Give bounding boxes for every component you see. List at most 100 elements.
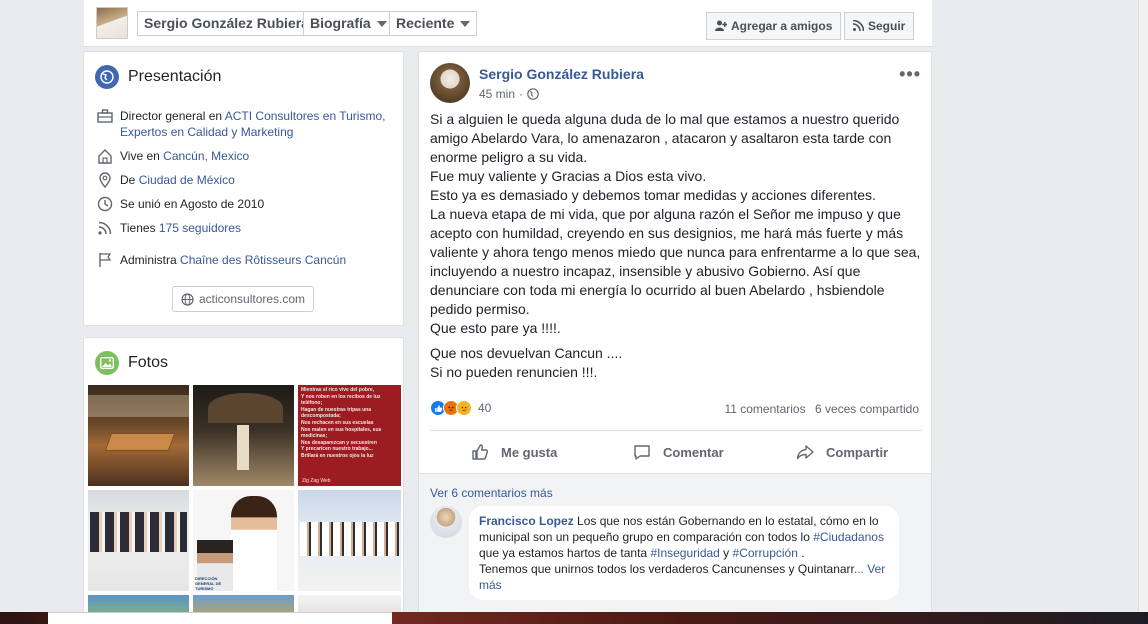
globe-icon <box>181 292 194 306</box>
photo-text-footer: Zig Zag Web <box>302 478 331 484</box>
intro-from-link[interactable]: Ciudad de México <box>139 173 235 187</box>
shares-count-link[interactable]: 6 veces compartido <box>815 402 919 416</box>
biography-dropdown[interactable]: Biografía <box>303 11 394 36</box>
engagement-counts: 11 comentarios 6 veces compartido <box>724 402 919 416</box>
share-label: Compartir <box>826 444 889 460</box>
like-label: Me gusta <box>501 444 558 460</box>
photo-text-line: Y nos roben en los recibos de luz <box>301 393 381 400</box>
share-arrow-icon <box>796 443 820 461</box>
photo-icon <box>95 351 119 375</box>
intro-title: Presentación <box>128 68 222 85</box>
intro-card: Presentación Director general en ACTI Co… <box>83 51 404 326</box>
rss-icon <box>96 220 114 236</box>
comments-section: Ver 6 comentarios más Francisco Lopez Lo… <box>419 473 931 623</box>
add-friend-button[interactable]: Agregar a amigos <box>706 12 842 40</box>
taskbar-search-box[interactable] <box>48 612 392 624</box>
home-icon <box>96 148 114 164</box>
more-options-icon[interactable]: ••• <box>899 64 921 85</box>
profile-name-tab[interactable]: Sergio González Rubiera <box>137 11 316 36</box>
briefcase-icon <box>96 108 114 124</box>
photo-text-line: teléfono; <box>301 400 323 407</box>
photo-text-lines: Mientras el rico vive del pobre, Y nos ro… <box>301 387 398 460</box>
comment-text: . <box>797 546 805 560</box>
website-button[interactable]: acticonsultores.com <box>172 286 315 312</box>
intro-followers-prefix: Tienes <box>120 221 159 235</box>
post-body: Si a alguien le queda alguna duda de lo … <box>430 110 922 382</box>
commenter-name[interactable]: Francisco Lopez <box>479 514 574 528</box>
dot-separator: · <box>519 87 524 101</box>
hashtag-link[interactable]: #Corrupción <box>733 546 798 560</box>
comment-bubble: Francisco Lopez Los que nos están Gobern… <box>469 506 899 600</box>
photo-light-spot <box>237 425 249 470</box>
photo-thumb-terrace[interactable] <box>193 385 294 486</box>
hashtag-link[interactable]: #Ciudadanos <box>813 530 884 544</box>
comments-count-link[interactable]: 11 comentarios <box>724 402 805 416</box>
intro-list: Director general en ACTI Consultores en … <box>96 108 396 276</box>
post-line: Que esto pare ya !!!!. <box>430 320 561 336</box>
intro-followers: Tienes 175 seguidores <box>96 220 396 236</box>
post-line: Que nos devuelvan Cancun .... <box>430 345 623 361</box>
post-line: Fue muy valiente y Gracias a Dios esta v… <box>430 168 707 184</box>
clock-icon <box>96 196 114 212</box>
thumbs-up-icon <box>471 443 495 461</box>
comment-text: y <box>719 546 733 560</box>
sad-reaction-icon <box>456 400 472 416</box>
intro-manages-link[interactable]: Chaîne des Rôtisseurs Cancún <box>180 253 346 267</box>
recent-label: Reciente <box>396 15 455 31</box>
post-timestamp[interactable]: 45 min <box>479 87 515 101</box>
post-author-avatar[interactable] <box>430 63 470 103</box>
commenter-avatar[interactable] <box>430 506 462 538</box>
post-line: Si no pueden renuncien !!!. <box>430 364 598 380</box>
comment-button[interactable]: Comentar <box>633 442 724 462</box>
intro-from: De Ciudad de México <box>96 172 396 188</box>
photo-caption: DIRECCIÓN GENERAL DE TURISMO <box>195 576 222 591</box>
photo-thumb-stage[interactable] <box>298 490 401 591</box>
comment-ellipsis: ... <box>853 562 864 576</box>
intro-manages: Administra Chaîne des Rôtisseurs Cancún <box>96 252 396 268</box>
add-friend-icon <box>715 14 728 40</box>
photo-thumb-tourism[interactable]: DIRECCIÓN GENERAL DE TURISMO <box>193 490 294 591</box>
chevron-down-icon <box>460 21 471 28</box>
intro-work-prefix: Director general en <box>120 109 225 123</box>
photo-thumb-group[interactable] <box>88 490 189 591</box>
post-author-name[interactable]: Sergio González Rubiera <box>479 66 644 82</box>
intro-lives-prefix: Vive en <box>120 149 164 163</box>
intro-lives-link[interactable]: Cancún, Mexico <box>163 149 249 163</box>
chevron-down-icon <box>376 21 387 28</box>
add-friend-label: Agregar a amigos <box>731 19 833 33</box>
recent-dropdown[interactable]: Reciente <box>389 11 478 36</box>
biography-label: Biografía <box>310 15 371 31</box>
like-button[interactable]: Me gusta <box>471 442 557 462</box>
photo-thumb-text-post[interactable]: Mientras el rico vive del pobre, Y nos ro… <box>298 385 401 486</box>
post-card: Sergio González Rubiera 45 min · ••• Si … <box>418 51 932 624</box>
view-more-comments-link[interactable]: Ver 6 comentarios más <box>430 486 553 500</box>
intro-joined-text: Se unió en Agosto de 2010 <box>120 197 265 211</box>
photo-thumb-restaurant[interactable] <box>88 385 189 486</box>
comment-text: Tenemos que unirnos todos los verdaderos… <box>479 562 854 576</box>
photo-people-row <box>90 512 187 552</box>
photo-text-line: Mientras el rico vive del pobre, <box>301 387 375 393</box>
location-pin-icon <box>96 172 114 188</box>
comment-label: Comentar <box>663 444 724 460</box>
photo-table-shape <box>104 433 176 451</box>
page-scrollbar[interactable] <box>1138 0 1148 612</box>
profile-header-bar: Sergio González Rubiera Biografía Recien… <box>84 0 932 47</box>
photos-card: Fotos Mientras el rico vive del pobre, Y … <box>83 337 404 624</box>
public-globe-icon[interactable] <box>527 88 539 100</box>
photo-window-shape <box>88 395 189 417</box>
flag-icon <box>96 252 114 268</box>
intro-work: Director general en ACTI Consultores en … <box>96 108 396 140</box>
hashtag-link[interactable]: #Inseguridad <box>650 546 719 560</box>
comment-text: que ya estamos hartos de tanta <box>479 546 651 560</box>
follow-button[interactable]: Seguir <box>844 12 915 40</box>
photo-text-line: medicinas; <box>301 433 328 440</box>
intro-followers-link[interactable]: 175 seguidores <box>159 221 241 235</box>
intro-manages-prefix: Administra <box>120 253 181 267</box>
post-line: Si a alguien le queda alguna duda de lo … <box>430 111 900 165</box>
comment-bubble-icon <box>633 443 657 461</box>
globe-icon <box>95 65 119 89</box>
profile-avatar-small[interactable] <box>96 7 128 39</box>
rss-icon <box>852 14 865 40</box>
reactions-summary[interactable]: 40 <box>430 400 491 416</box>
share-button[interactable]: Compartir <box>796 442 888 462</box>
